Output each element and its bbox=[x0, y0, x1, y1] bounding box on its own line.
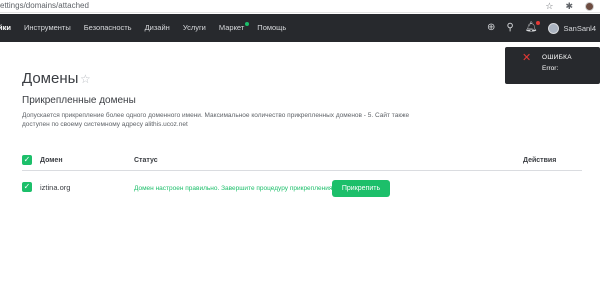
bell-icon[interactable]: 🔔︎ bbox=[525, 14, 541, 42]
favorite-star-icon[interactable]: ☆ bbox=[80, 72, 91, 86]
toast-title: ОШИБКА bbox=[542, 54, 572, 61]
attach-button[interactable]: Прикрепить bbox=[332, 180, 390, 197]
browser-address-bar: ettings/domains/attached ☆ ✱ bbox=[0, 0, 600, 13]
column-header-status[interactable]: Статус bbox=[134, 156, 158, 165]
column-header-domain[interactable]: Домен bbox=[40, 156, 63, 165]
address-url[interactable]: ettings/domains/attached bbox=[0, 0, 89, 11]
select-all-checkbox[interactable]: ✓ bbox=[22, 155, 32, 165]
nav-menu: йки Инструменты Безопасность Дизайн Услу… bbox=[0, 14, 299, 42]
close-icon[interactable]: ✕ bbox=[522, 52, 531, 64]
user-name[interactable]: SanSanl4 bbox=[563, 24, 596, 33]
page-title: Домены bbox=[22, 70, 79, 87]
top-navigation: йки Инструменты Безопасность Дизайн Услу… bbox=[0, 14, 600, 42]
nav-item-services[interactable]: Услуги bbox=[183, 14, 206, 42]
notification-badge bbox=[536, 21, 541, 25]
browser-profile-avatar[interactable] bbox=[585, 1, 594, 11]
search-icon[interactable]: ⚲ bbox=[506, 14, 513, 42]
error-toast: ✕ ОШИБКА Error: bbox=[505, 47, 600, 84]
extensions-icon[interactable]: ✱ bbox=[565, 0, 573, 12]
browser-toolbar: ☆ ✱ bbox=[545, 0, 594, 12]
row-domain: iztina.org bbox=[40, 183, 71, 192]
nav-item-design[interactable]: Дизайн bbox=[145, 14, 170, 42]
nav-item-help[interactable]: Помощь bbox=[257, 14, 286, 42]
nav-item-security[interactable]: Безопасность bbox=[84, 14, 132, 42]
nav-item-market[interactable]: Маркет bbox=[218, 14, 250, 42]
section-subtitle: Прикрепленные домены bbox=[22, 95, 136, 106]
nav-item-settings[interactable]: йки bbox=[0, 14, 11, 42]
column-header-actions: Действия bbox=[523, 157, 557, 164]
row-status: Домен настроен правильно. Завершите проц… bbox=[134, 185, 335, 192]
add-icon[interactable]: ⊕ bbox=[487, 14, 495, 42]
avatar[interactable] bbox=[548, 22, 560, 34]
bookmark-star-icon[interactable]: ☆ bbox=[545, 0, 553, 12]
nav-item-tools[interactable]: Инструменты bbox=[24, 14, 71, 42]
nav-actions: ⊕ ⚲ 🔔︎ SanSanl4 bbox=[487, 14, 600, 42]
section-description: Допускается прикрепление более одного до… bbox=[22, 112, 410, 128]
toast-message: Error: bbox=[542, 65, 559, 72]
market-indicator-dot bbox=[245, 22, 250, 26]
table-header-divider bbox=[22, 170, 582, 171]
nav-item-market-label: Маркет bbox=[218, 23, 245, 32]
row-checkbox[interactable]: ✓ bbox=[22, 182, 32, 192]
